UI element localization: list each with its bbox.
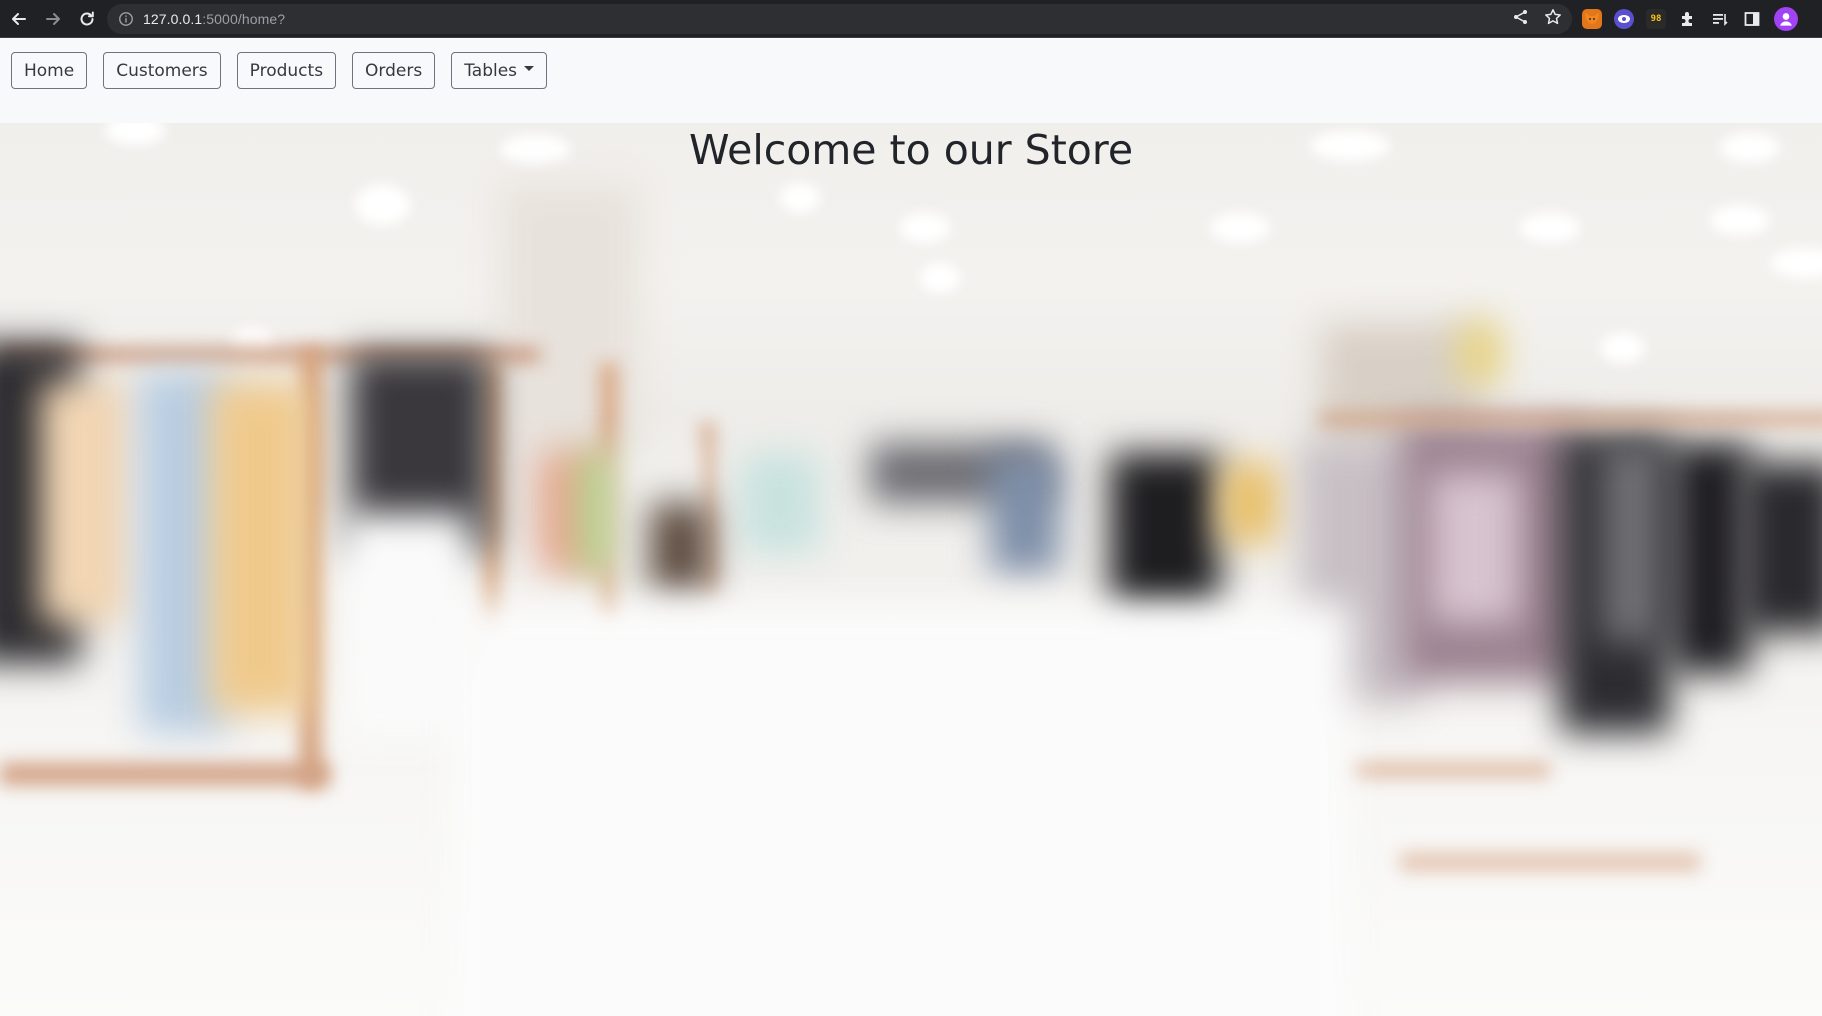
forward-arrow-icon	[46, 12, 60, 25]
web-page: Home Customers Products Orders Tables We…	[0, 38, 1822, 1016]
address-bar[interactable]: 127.0.0.1:5000/home?	[107, 4, 1572, 34]
browser-toolbar: 127.0.0.1:5000/home? 98	[0, 0, 1822, 38]
extensions-puzzle-icon[interactable]	[1678, 9, 1698, 29]
tables-dropdown-label: Tables	[464, 60, 518, 81]
back-button[interactable]	[4, 4, 34, 34]
fox-extension-icon[interactable]	[1582, 9, 1602, 29]
url-text: 127.0.0.1:5000/home?	[143, 11, 285, 27]
url-host: 127.0.0.1	[143, 11, 203, 27]
profile-avatar-icon[interactable]	[1774, 7, 1798, 31]
reload-icon	[80, 11, 94, 25]
badge-extension-icon[interactable]: 98	[1646, 9, 1666, 29]
reload-button[interactable]	[72, 4, 102, 34]
hero-background-image	[0, 123, 1822, 1016]
caret-down-icon	[524, 66, 535, 71]
reading-list-icon[interactable]	[1710, 9, 1730, 29]
welcome-heading-text: Welcome to our Store	[688, 126, 1134, 174]
nav-tables-dropdown[interactable]: Tables	[451, 52, 548, 89]
back-arrow-icon	[12, 12, 26, 25]
nav-customers-button[interactable]: Customers	[103, 52, 221, 89]
bookmark-star-icon[interactable]	[1544, 8, 1562, 31]
nav-products-button[interactable]: Products	[236, 52, 337, 89]
page-title: Welcome to our Store	[0, 123, 1822, 174]
nav-orders-button[interactable]: Orders	[352, 52, 436, 89]
site-info-icon[interactable]	[117, 10, 135, 28]
nav-home-button[interactable]: Home	[11, 52, 88, 89]
share-icon[interactable]	[1512, 8, 1530, 31]
top-navbar: Home Customers Products Orders Tables	[0, 38, 1822, 123]
url-path: :5000/home?	[202, 11, 286, 27]
side-panel-icon[interactable]	[1742, 9, 1762, 29]
eye-extension-icon[interactable]	[1614, 9, 1634, 29]
forward-button[interactable]	[38, 4, 68, 34]
